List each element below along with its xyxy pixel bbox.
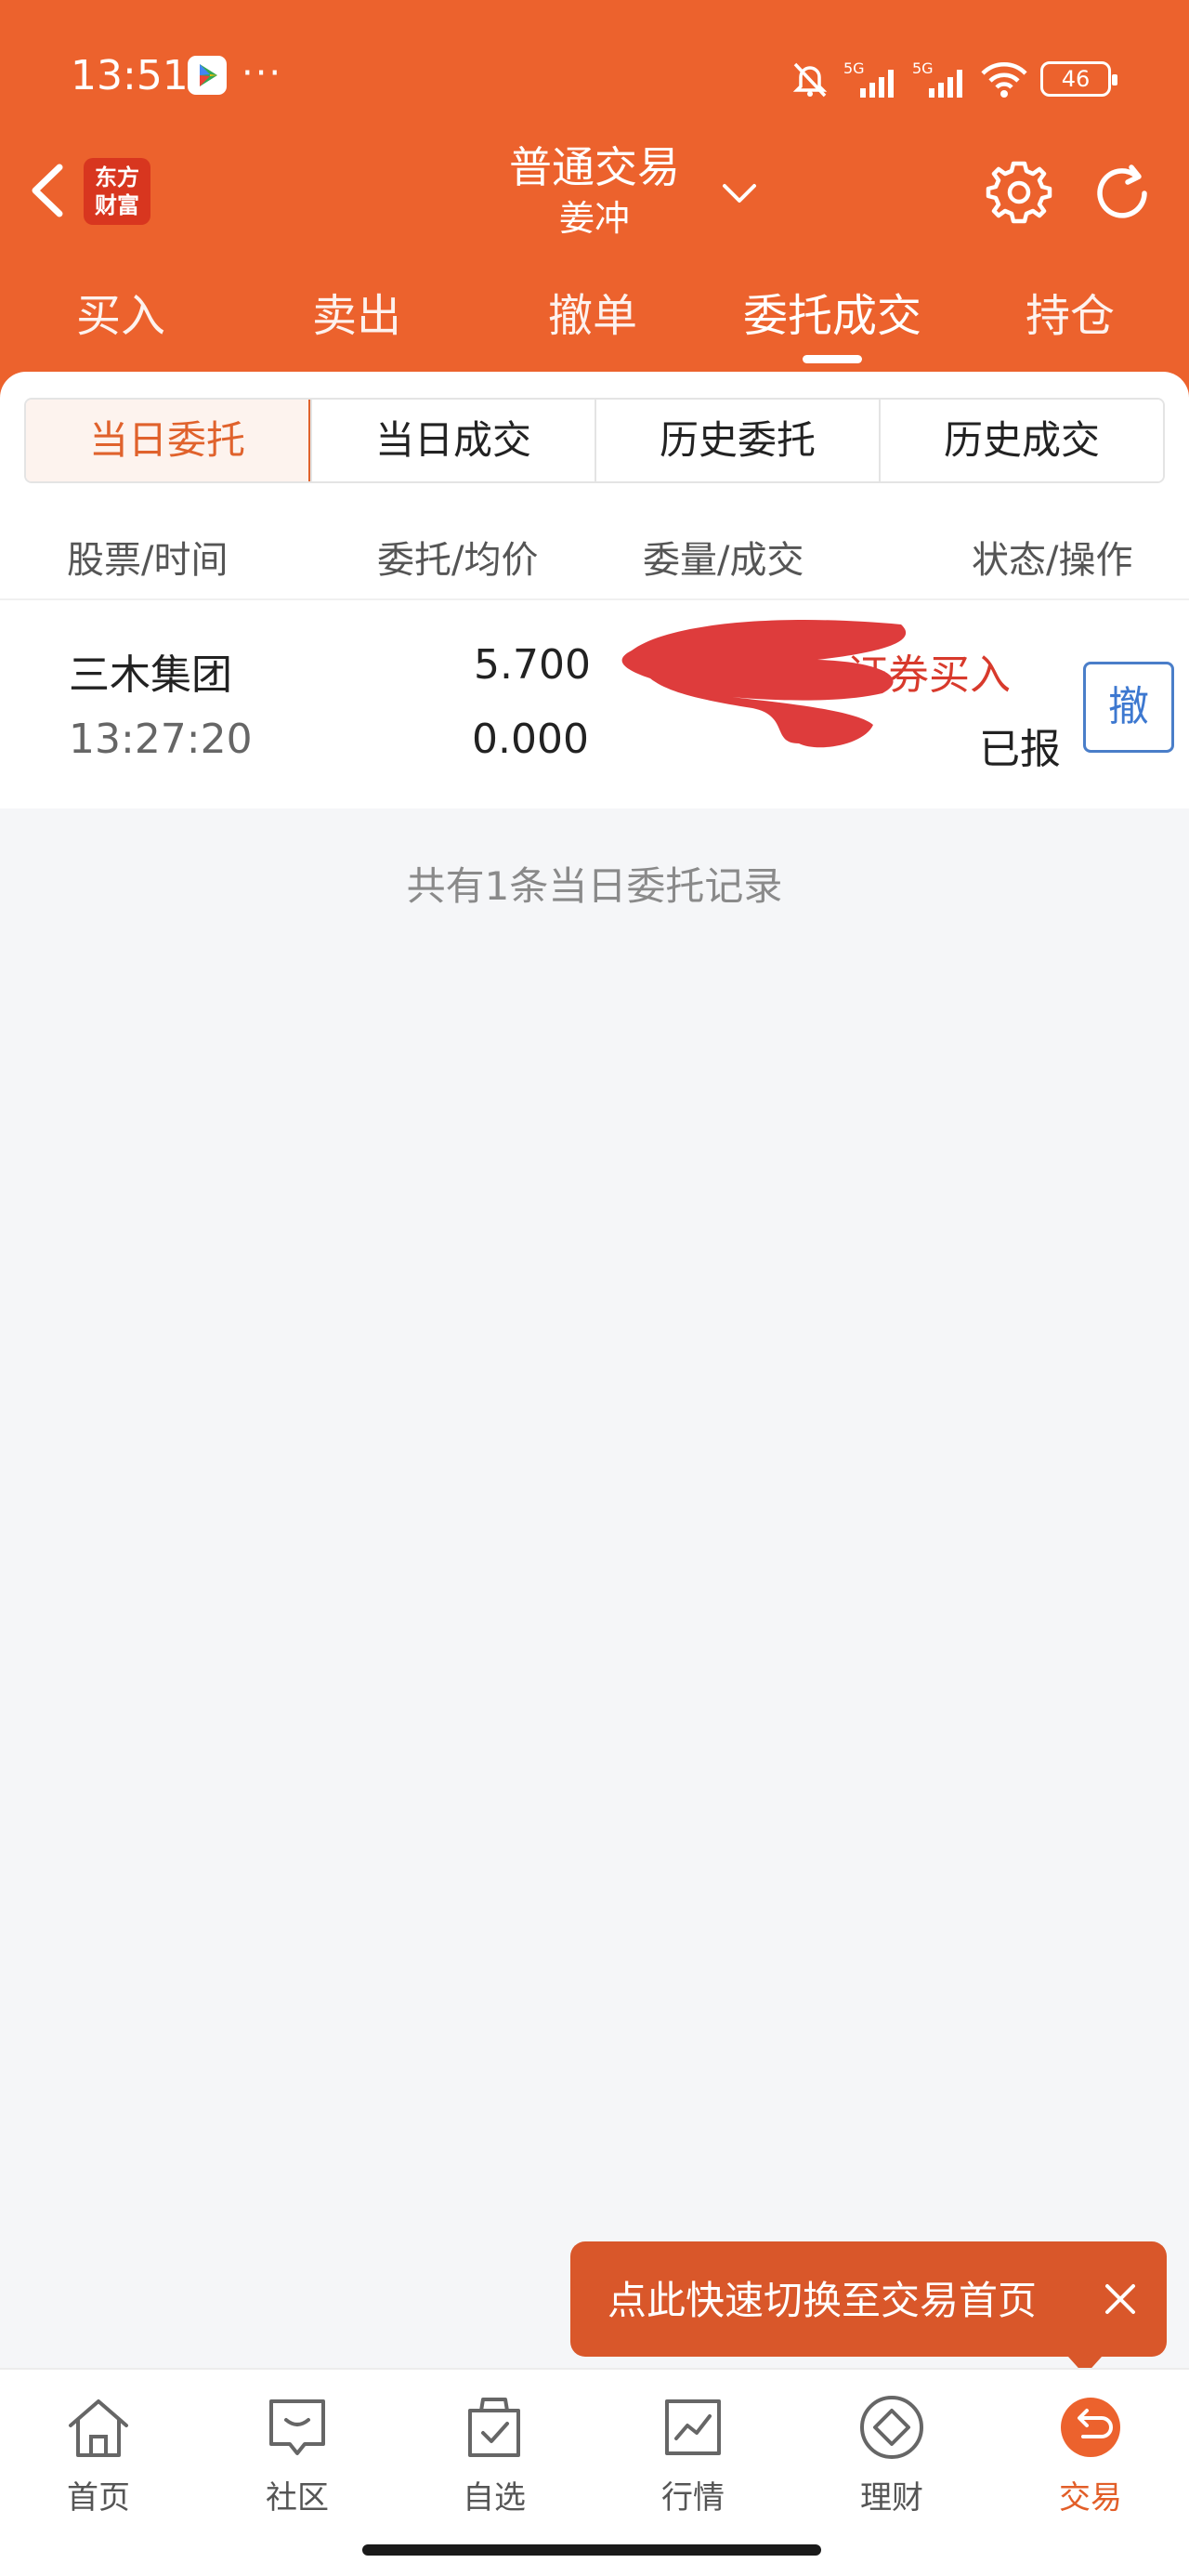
tooltip-text: 点此快速切换至交易首页 bbox=[608, 2278, 1038, 2323]
nav-market-label: 行情 bbox=[661, 2479, 725, 2517]
stock-name: 三木集团 bbox=[69, 651, 232, 699]
status-indicators: 5G 5G 46 bbox=[790, 56, 1117, 102]
logo-line-2: 财富 bbox=[95, 191, 139, 218]
nav-watchlist[interactable]: 自选 bbox=[420, 2390, 568, 2517]
play-store-icon bbox=[188, 56, 227, 95]
avg-price: 0.000 bbox=[472, 716, 589, 763]
orders-panel: 当日委托 当日成交 历史委托 历史成交 股票/时间 委托/均价 委量/成交 状态… bbox=[0, 372, 1189, 808]
trade-tabs: 买入 卖出 撤单 委托成交 持仓 bbox=[0, 279, 1189, 372]
order-price: 5.700 bbox=[474, 641, 591, 689]
tab-buy[interactable]: 买入 bbox=[37, 279, 204, 353]
nav-watchlist-label: 自选 bbox=[463, 2479, 526, 2517]
nav-trade-label: 交易 bbox=[1059, 2479, 1122, 2517]
col-header-status-action: 状态/操作 bbox=[972, 539, 1133, 582]
nav-market[interactable]: 行情 bbox=[619, 2390, 767, 2517]
more-dots-icon: ··· bbox=[242, 52, 283, 95]
logo-line-1: 东方 bbox=[95, 164, 139, 191]
battery-indicator: 46 bbox=[1040, 61, 1117, 97]
close-icon[interactable] bbox=[1096, 2275, 1144, 2323]
refresh-icon[interactable] bbox=[1085, 156, 1159, 230]
segment-today-fills[interactable]: 当日成交 bbox=[310, 400, 594, 481]
table-row[interactable]: 三木集团 13:27:20 5.700 0.000 证券买入 已报 撤 bbox=[0, 604, 1189, 808]
status-time: 13:51 bbox=[71, 52, 189, 99]
record-summary: 共有1条当日委托记录 bbox=[406, 863, 783, 909]
tab-positions[interactable]: 持仓 bbox=[986, 279, 1154, 353]
signal-1-label: 5G bbox=[843, 59, 865, 77]
status-bar: 13:51 ··· 5G 5G 46 bbox=[0, 46, 1189, 112]
nav-wealth[interactable]: 理财 bbox=[817, 2390, 966, 2517]
gear-icon[interactable] bbox=[983, 156, 1055, 229]
order-status: 已报 bbox=[979, 726, 1061, 773]
market-chart-icon bbox=[665, 2399, 721, 2455]
quick-switch-tooltip[interactable]: 点此快速切换至交易首页 bbox=[570, 2241, 1167, 2357]
watchlist-icon bbox=[468, 2398, 520, 2457]
col-header-stock-time: 股票/时间 bbox=[67, 539, 229, 582]
nav-wealth-label: 理财 bbox=[860, 2479, 923, 2517]
diamond-icon bbox=[860, 2396, 923, 2459]
chevron-down-icon[interactable] bbox=[717, 175, 762, 212]
nav-bar: 东方 财富 普通交易 姜冲 bbox=[0, 130, 1189, 251]
segmented-control: 当日委托 当日成交 历史委托 历史成交 bbox=[24, 398, 1165, 483]
back-arrow-icon[interactable] bbox=[20, 158, 76, 223]
cancel-order-button[interactable]: 撤 bbox=[1083, 662, 1174, 753]
redaction-scribble bbox=[621, 620, 907, 748]
nav-home[interactable]: 首页 bbox=[24, 2390, 173, 2517]
nav-community-label: 社区 bbox=[266, 2479, 329, 2517]
segment-history-fills[interactable]: 历史成交 bbox=[879, 400, 1163, 481]
brand-logo: 东方 财富 bbox=[84, 158, 150, 225]
bell-off-icon bbox=[792, 62, 828, 98]
wifi-icon bbox=[981, 62, 1027, 98]
col-header-qty: 委量/成交 bbox=[643, 539, 804, 582]
col-header-price: 委托/均价 bbox=[377, 539, 539, 582]
tab-orders-fills[interactable]: 委托成交 bbox=[721, 279, 944, 353]
order-time: 13:27:20 bbox=[69, 716, 253, 763]
home-indicator[interactable] bbox=[362, 2544, 821, 2556]
active-tab-indicator bbox=[803, 355, 862, 363]
signal-icon: 5G bbox=[912, 59, 962, 98]
home-icon bbox=[69, 2399, 128, 2457]
trade-return-icon bbox=[1061, 2398, 1120, 2457]
nav-trade[interactable]: 交易 bbox=[1016, 2390, 1165, 2517]
chat-icon bbox=[269, 2399, 325, 2455]
header: 13:51 ··· 5G 5G 46 东方 财富 普通交易 姜冲 买入 卖出 撤… bbox=[0, 0, 1189, 400]
signal-2-label: 5G bbox=[912, 59, 934, 77]
tab-cancel[interactable]: 撤单 bbox=[509, 279, 676, 353]
nav-community[interactable]: 社区 bbox=[223, 2390, 372, 2517]
segment-history-orders[interactable]: 历史委托 bbox=[594, 400, 879, 481]
table-header: 股票/时间 委托/均价 委量/成交 状态/操作 bbox=[0, 511, 1189, 600]
tab-sell[interactable]: 卖出 bbox=[273, 279, 440, 353]
segment-today-orders[interactable]: 当日委托 bbox=[26, 400, 310, 481]
signal-icon: 5G bbox=[843, 59, 894, 98]
nav-home-label: 首页 bbox=[67, 2479, 130, 2517]
